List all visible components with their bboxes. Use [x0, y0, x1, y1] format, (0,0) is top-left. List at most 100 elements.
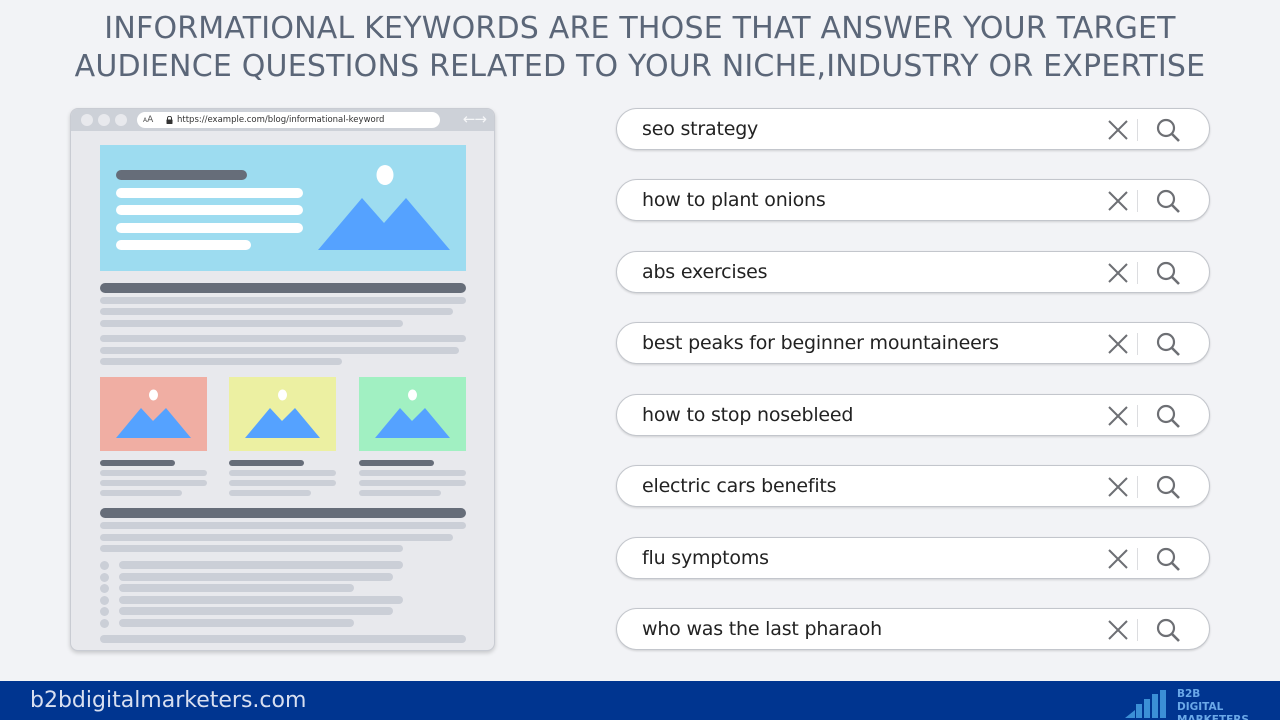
image-card — [359, 377, 466, 451]
browser-toolbar: AA https://example.com/blog/informationa… — [71, 109, 494, 131]
window-dot-minimize — [98, 114, 110, 126]
search-icon[interactable] — [1155, 546, 1181, 572]
card-title-bar — [229, 460, 304, 466]
text-line — [100, 470, 207, 476]
card-title-bar — [100, 460, 175, 466]
text-line — [359, 470, 466, 476]
search-box[interactable]: who was the last pharaoh — [616, 608, 1210, 650]
text-line — [100, 297, 466, 304]
close-icon[interactable] — [1107, 333, 1129, 355]
divider — [1137, 190, 1138, 212]
search-input[interactable]: abs exercises — [642, 252, 768, 292]
close-icon[interactable] — [1107, 476, 1129, 498]
text-line — [229, 480, 336, 486]
search-box[interactable]: abs exercises — [616, 251, 1210, 293]
address-url: https://example.com/blog/informational-k… — [177, 115, 385, 125]
text-line — [100, 635, 466, 643]
search-icon[interactable] — [1155, 260, 1181, 286]
hero-text-bar — [116, 223, 303, 233]
image-placeholder-icon — [375, 389, 450, 438]
text-line — [359, 490, 441, 496]
divider — [1137, 405, 1138, 427]
browser-mockup: AA https://example.com/blog/informationa… — [70, 108, 495, 651]
footer-site-link[interactable]: b2bdigitalmarketers.com — [30, 681, 306, 720]
list-item-line — [119, 607, 393, 615]
section-heading-bar — [100, 508, 466, 518]
divider — [1137, 476, 1138, 498]
search-input[interactable]: who was the last pharaoh — [642, 609, 882, 649]
card-title-bar — [359, 460, 434, 466]
list-item-line — [119, 561, 403, 569]
address-bar: AA https://example.com/blog/informationa… — [137, 112, 440, 128]
footer: b2bdigitalmarketers.com — [0, 681, 1280, 720]
text-line — [100, 534, 453, 541]
headline-line-1: INFORMATIONAL KEYWORDS ARE THOSE THAT AN… — [104, 11, 1176, 46]
search-input[interactable]: electric cars benefits — [642, 466, 837, 506]
hero-text-bar — [116, 240, 251, 250]
logo-line-1: B2B DIGITAL — [1177, 688, 1224, 713]
search-box[interactable]: how to plant onions — [616, 179, 1210, 221]
search-input[interactable]: how to plant onions — [642, 180, 826, 220]
text-size-icon: AA — [143, 115, 154, 125]
headline-line-2: AUDIENCE QUESTIONS RELATED TO YOUR NICHE… — [74, 49, 1206, 84]
lock-icon — [166, 116, 173, 124]
list-item-line — [119, 584, 354, 592]
search-icon[interactable] — [1155, 617, 1181, 643]
search-box[interactable]: best peaks for beginner mountaineers — [616, 322, 1210, 364]
section-heading-bar — [100, 283, 466, 293]
search-input[interactable]: how to stop nosebleed — [642, 395, 853, 435]
close-icon[interactable] — [1107, 548, 1129, 570]
list-bullet — [100, 596, 109, 605]
bar-chart-logo-icon — [1125, 690, 1166, 718]
search-box[interactable]: electric cars benefits — [616, 465, 1210, 507]
logo-text: B2B DIGITAL MARKETERS — [1177, 688, 1249, 720]
image-placeholder-icon — [116, 389, 191, 438]
divider — [1137, 262, 1138, 284]
divider — [1137, 548, 1138, 570]
search-icon[interactable] — [1155, 188, 1181, 214]
list-item-line — [119, 573, 393, 581]
image-card — [229, 377, 336, 451]
list-bullet — [100, 607, 109, 616]
list-bullet — [100, 573, 109, 582]
window-dot-close — [81, 114, 93, 126]
list-item-line — [119, 619, 354, 627]
text-line — [359, 480, 466, 486]
image-placeholder-icon — [318, 165, 450, 250]
hero-text-bar — [116, 188, 303, 198]
close-icon[interactable] — [1107, 619, 1129, 641]
list-bullet — [100, 584, 109, 593]
close-icon[interactable] — [1107, 405, 1129, 427]
text-line — [100, 545, 403, 552]
headline: INFORMATIONAL KEYWORDS ARE THOSE THAT AN… — [0, 10, 1280, 86]
list-bullet — [100, 619, 109, 628]
window-dot-maximize — [115, 114, 127, 126]
divider — [1137, 619, 1138, 641]
search-icon[interactable] — [1155, 403, 1181, 429]
search-input[interactable]: best peaks for beginner mountaineers — [642, 323, 999, 363]
text-line — [100, 490, 182, 496]
search-input[interactable]: flu symptoms — [642, 538, 769, 578]
divider — [1137, 119, 1138, 141]
close-icon[interactable] — [1107, 262, 1129, 284]
search-box[interactable]: flu symptoms — [616, 537, 1210, 579]
hero-text-bar — [116, 205, 303, 215]
hero-title-bar — [116, 170, 247, 180]
brand-logo: B2B DIGITAL MARKETERS — [1125, 685, 1249, 720]
text-line — [100, 335, 466, 342]
search-box[interactable]: seo strategy — [616, 108, 1210, 150]
text-line — [100, 347, 459, 354]
logo-line-2: MARKETERS — [1177, 714, 1249, 720]
divider — [1137, 333, 1138, 355]
text-line — [229, 490, 311, 496]
text-line — [229, 470, 336, 476]
search-icon[interactable] — [1155, 331, 1181, 357]
text-line — [100, 308, 453, 315]
search-icon[interactable] — [1155, 474, 1181, 500]
close-icon[interactable] — [1107, 190, 1129, 212]
search-input[interactable]: seo strategy — [642, 109, 758, 149]
search-box[interactable]: how to stop nosebleed — [616, 394, 1210, 436]
hero-banner — [100, 145, 466, 271]
search-icon[interactable] — [1155, 117, 1181, 143]
close-icon[interactable] — [1107, 119, 1129, 141]
